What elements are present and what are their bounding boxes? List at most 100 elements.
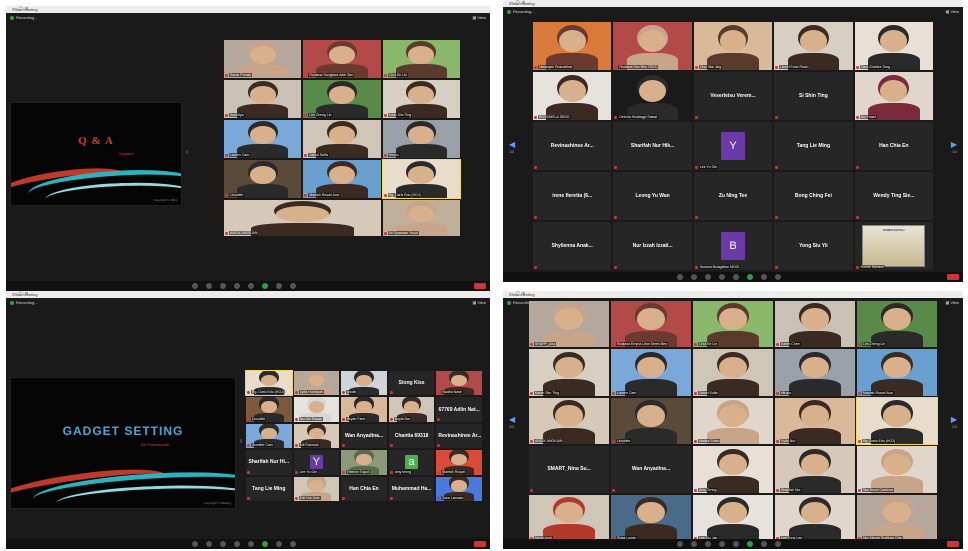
participant-tile[interactable]: Sharifah Nur [775, 446, 855, 493]
reactions-icon[interactable] [775, 541, 781, 547]
participant-tile[interactable]: Tang Lie Ming [246, 476, 292, 501]
participant-tile[interactable]: Zainul Sulfa [693, 349, 773, 396]
participant-tile[interactable]: Sarah Pumak [224, 40, 302, 78]
participant-tile[interactable]: Chui Ee Lin [693, 301, 773, 348]
end-meeting-button[interactable] [947, 541, 959, 547]
security-shield-icon[interactable] [220, 283, 226, 289]
participant-tile[interactable]: Nadira Sofea [693, 397, 773, 445]
participant-tile[interactable]: ANGIX ANGKIAN [224, 200, 381, 236]
end-meeting-button[interactable] [947, 274, 959, 280]
participant-tile[interactable]: Hirono [382, 120, 460, 158]
participant-tile[interactable]: Mohd Amri [529, 494, 609, 541]
security-shield-icon[interactable] [705, 541, 711, 547]
participant-tile[interactable]: Kaito Sim Ting [382, 80, 460, 118]
participant-tile[interactable]: ROSOMELA SENG [533, 72, 612, 120]
participant-tile[interactable]: Nadira Nasir [436, 371, 482, 396]
participant-tile[interactable]: Rg. Daris Edu (HOJ) [381, 159, 462, 199]
participant-tile[interactable]: Veserleisu Verem... [693, 72, 773, 120]
reactions-icon[interactable] [290, 541, 296, 547]
participant-tile[interactable]: Lauren Cam [611, 349, 691, 396]
participant-tile[interactable]: Siong Kiss [388, 371, 435, 396]
participant-tile[interactable]: Hirono [775, 349, 855, 396]
participant-tile[interactable]: Rg. Daris Edu (HOJ) [245, 369, 293, 397]
record-icon[interactable] [276, 541, 282, 547]
participant-tile[interactable]: Rosa Lunan [611, 494, 691, 541]
next-page-arrow-icon[interactable]: ▶ [951, 140, 957, 149]
reactions-icon[interactable] [290, 283, 296, 289]
record-icon[interactable] [761, 274, 767, 280]
participant-tile[interactable]: Natarajah Rosnahbar [533, 22, 612, 70]
participant-tile[interactable]: B Susana Bulagidian MOGI [693, 222, 773, 270]
participant-tile[interactable]: Chui Ee Lin [382, 40, 460, 78]
participant-tile[interactable]: Shylienna Anak... [533, 222, 612, 270]
participant-tile[interactable]: Leong Yu Wan [613, 172, 692, 220]
chat-icon[interactable] [733, 541, 739, 547]
end-meeting-button[interactable] [474, 283, 486, 289]
chat-icon[interactable] [248, 283, 254, 289]
participant-tile[interactable]: irene fleretta (6... [533, 172, 612, 220]
record-icon[interactable] [276, 283, 282, 289]
participant-tile[interactable]: 67769 Adlin Nat... [436, 397, 482, 422]
participant-tile[interactable]: Sharifah Nur Hik... [613, 122, 692, 170]
previous-page-arrow-icon[interactable]: ◀ [509, 415, 515, 424]
participant-tile[interactable]: Tiara Shahira Tong [854, 22, 933, 70]
participant-tile[interactable]: Leoulele [611, 397, 691, 445]
participant-tile[interactable]: Kayla Nur [388, 397, 435, 422]
security-shield-icon[interactable] [705, 274, 711, 280]
chat-icon[interactable] [248, 541, 254, 547]
mute-mic-icon[interactable] [192, 283, 198, 289]
share-screen-icon[interactable] [747, 541, 753, 547]
video-camera-icon[interactable] [206, 541, 212, 547]
video-camera-icon[interactable] [691, 541, 697, 547]
participant-tile[interactable]: Sharifah Nur Hi... [246, 450, 292, 475]
view-button[interactable]: ▦ View [946, 9, 960, 14]
participant-tile[interactable]: ANGIX ANGKIAN [529, 397, 609, 445]
video-camera-icon[interactable] [691, 274, 697, 280]
participant-tile[interactable]: Lee Siu Jan [693, 494, 773, 541]
participant-tile[interactable]: Revinashinee Ar... [436, 423, 482, 449]
participant-tile[interactable]: Amy Tenng [693, 446, 773, 493]
participant-tile[interactable]: Kiki Nur Aine [293, 476, 340, 501]
participant-tile[interactable]: Bryan Fane [341, 397, 387, 422]
participant-tile[interactable]: Chantia 69318 [388, 423, 435, 449]
participant-tile[interactable]: Lim Zheng Lin [303, 80, 381, 118]
participant-tile[interactable]: Chui Wai Jing [693, 22, 773, 70]
mute-mic-icon[interactable] [677, 541, 683, 547]
participant-tile[interactable]: Nur Aisyah Syafinaz Dizn [857, 494, 937, 541]
reactions-icon[interactable] [775, 274, 781, 280]
record-icon[interactable] [761, 541, 767, 547]
participant-tile[interactable]: Jennifer Cam [246, 423, 292, 449]
share-screen-icon[interactable] [262, 283, 268, 289]
participant-tile[interactable]: Si Shin Ting [774, 72, 853, 120]
participant-tile[interactable]: Lim Zheng Lin [857, 301, 937, 348]
window-controls[interactable]: — ▢ ✕ [509, 0, 959, 7]
mute-mic-icon[interactable] [192, 541, 198, 547]
share-screen-icon[interactable] [747, 274, 753, 280]
participant-tile[interactable]: Wendy Ting Sie... [854, 172, 933, 220]
share-screen-icon[interactable] [262, 541, 268, 547]
participant-tile[interactable]: Lee Tong Lee [775, 494, 855, 541]
view-button[interactable]: ▦ View [946, 300, 960, 305]
participant-tile[interactable]: Muhammad Ha... [388, 476, 435, 501]
participant-tile[interactable]: Nur Izzah Izzati... [613, 222, 692, 270]
participant-tile[interactable]: Maelah Rosari [436, 450, 482, 475]
participant-tile[interactable]: Lauren Cam [224, 120, 302, 158]
view-button[interactable]: ▦ View [473, 15, 487, 20]
participant-tile[interactable]: Maelah Rosari Ana [303, 160, 381, 198]
participant-tile[interactable]: KOMATSUTALI Kumar Mansuri [854, 222, 933, 270]
participant-tile[interactable]: Y Lee Yu Gin [293, 450, 340, 475]
participant-tile[interactable]: Karen Chee [775, 301, 855, 348]
participant-tile[interactable]: Izzdin [341, 371, 387, 396]
end-meeting-button[interactable] [474, 541, 486, 547]
participant-tile[interactable]: Y Lee Yu Gin [693, 122, 773, 170]
participant-tile[interactable]: Debora Husbagyi Sawal [613, 72, 692, 120]
participant-tile[interactable]: Zu Ning Tee [693, 172, 773, 220]
participant-tile[interactable]: Rodiana Sen Brio TEKS [613, 22, 692, 70]
participant-tile[interactable]: Hebron Tuyud [341, 450, 387, 475]
participants-icon[interactable] [234, 541, 240, 547]
participant-tile[interactable]: a amy tenng [388, 450, 435, 475]
participant-tile[interactable]: Bong Ching Fei [774, 172, 853, 220]
security-shield-icon[interactable] [220, 541, 226, 547]
mute-mic-icon[interactable] [677, 274, 683, 280]
participant-tile[interactable]: SHAPP_Ana [529, 301, 609, 348]
